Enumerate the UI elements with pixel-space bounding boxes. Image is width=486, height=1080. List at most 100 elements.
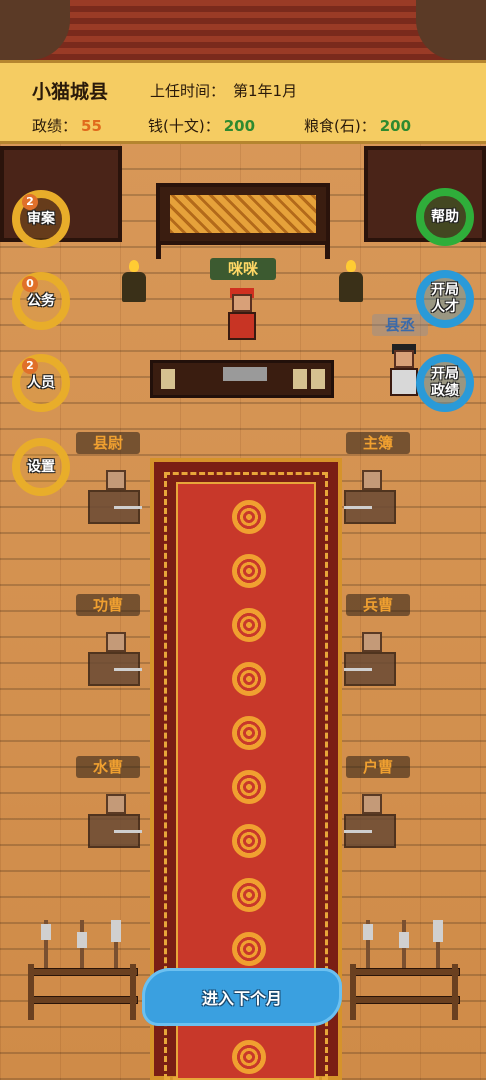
carpet-medallion bbox=[232, 770, 266, 804]
carpet-medallion bbox=[232, 608, 266, 642]
rack-leg bbox=[28, 964, 34, 1020]
county-name: 小猫城县 bbox=[32, 81, 109, 103]
rack-leg bbox=[130, 964, 136, 1020]
next-month-button[interactable]: 进入下个月 bbox=[142, 968, 342, 1026]
personnel-label: 人员 bbox=[27, 374, 55, 391]
magistrate-name: 咪咪 bbox=[210, 258, 276, 280]
weapon-icon bbox=[344, 506, 372, 509]
appointed-label: 上任时间： bbox=[150, 82, 226, 100]
carpet-medallion bbox=[232, 824, 266, 858]
carpet-medallion bbox=[232, 716, 266, 750]
head bbox=[106, 794, 126, 814]
spear-tip bbox=[363, 924, 373, 940]
official-left-2[interactable] bbox=[84, 628, 148, 690]
spear-tip bbox=[41, 924, 51, 940]
glaive-tip bbox=[111, 920, 121, 942]
carpet-medallion bbox=[232, 932, 266, 966]
glaive-tip bbox=[433, 920, 443, 942]
start-merit-button[interactable]: 开局 政绩 bbox=[416, 354, 474, 412]
official-right-3[interactable] bbox=[340, 790, 404, 852]
screen-pattern bbox=[170, 195, 316, 233]
deputy-name: 县丞 bbox=[372, 314, 428, 336]
official-label-right-2: 兵曹 bbox=[346, 594, 410, 616]
start-merit-label: 开局 政绩 bbox=[431, 366, 459, 399]
head bbox=[394, 350, 414, 368]
case-trial-label: 审案 bbox=[27, 210, 55, 227]
halberd-tip bbox=[399, 932, 409, 948]
rack-leg bbox=[350, 964, 356, 1020]
help-label: 帮助 bbox=[431, 208, 459, 225]
help-button[interactable]: 帮助 bbox=[416, 188, 474, 246]
magistrate-desk bbox=[150, 360, 334, 398]
grain-label: 粮食(石)： bbox=[304, 117, 376, 135]
head bbox=[106, 470, 126, 490]
screen-legs bbox=[156, 245, 330, 259]
start-talent-button[interactable]: 开局 人才 bbox=[416, 270, 474, 328]
money-stat: 钱(十文)： 200 bbox=[148, 115, 255, 136]
settings-label: 设置 bbox=[27, 458, 55, 475]
scroll-icon bbox=[293, 369, 307, 389]
official-duty-badge: 0 bbox=[22, 276, 38, 292]
official-right-2[interactable] bbox=[340, 628, 404, 690]
weapon-icon bbox=[114, 506, 142, 509]
merit-label: 政绩： bbox=[32, 117, 78, 135]
head bbox=[232, 294, 252, 312]
grain-value: 200 bbox=[379, 117, 412, 135]
official-label-left-3: 水曹 bbox=[76, 756, 140, 778]
carpet-medallion bbox=[232, 1040, 266, 1074]
flame-icon bbox=[346, 260, 356, 272]
official-label-left-2: 功曹 bbox=[76, 594, 140, 616]
robe bbox=[228, 312, 256, 340]
personnel-button[interactable]: 2 人员 bbox=[12, 354, 70, 412]
robe bbox=[390, 368, 418, 396]
flame-icon bbox=[129, 260, 139, 272]
magistrate-character[interactable] bbox=[222, 288, 262, 344]
merit-value: 55 bbox=[81, 117, 102, 135]
rack-leg bbox=[452, 964, 458, 1020]
rack-bar bbox=[350, 996, 460, 1004]
weapon-icon bbox=[344, 830, 372, 833]
weapon-icon bbox=[344, 668, 372, 671]
carpet-medallion bbox=[232, 554, 266, 588]
head bbox=[362, 632, 382, 652]
start-talent-label: 开局 人才 bbox=[431, 282, 459, 315]
official-left-1[interactable] bbox=[84, 466, 148, 528]
head bbox=[106, 632, 126, 652]
halberd-tip bbox=[77, 932, 87, 948]
official-duty-label: 公务 bbox=[27, 292, 55, 309]
lamp-body bbox=[339, 272, 363, 302]
personnel-badge: 2 bbox=[22, 358, 38, 374]
carpet-medallion bbox=[232, 662, 266, 696]
decorative-screen bbox=[156, 183, 330, 245]
lamp-body bbox=[122, 272, 146, 302]
weapon-rack-left bbox=[28, 920, 138, 1020]
head bbox=[362, 470, 382, 490]
carpet-medallion bbox=[232, 878, 266, 912]
official-duty-button[interactable]: 0 公务 bbox=[12, 272, 70, 330]
settings-button[interactable]: 设置 bbox=[12, 438, 70, 496]
carpet-medallion bbox=[232, 500, 266, 534]
official-label-right-1: 主簿 bbox=[346, 432, 410, 454]
weapon-icon bbox=[114, 668, 142, 671]
roof-beam bbox=[0, 0, 486, 60]
weapon-rack-right bbox=[350, 920, 460, 1020]
grain-stat: 粮食(石)： 200 bbox=[304, 115, 411, 136]
merit-stat: 政绩： 55 bbox=[32, 115, 102, 136]
money-label: 钱(十文)： bbox=[148, 117, 220, 135]
official-right-1[interactable] bbox=[340, 466, 404, 528]
scroll-icon bbox=[311, 369, 325, 389]
money-value: 200 bbox=[223, 117, 256, 135]
rack-bar bbox=[350, 968, 460, 976]
official-left-3[interactable] bbox=[84, 790, 148, 852]
scroll-icon bbox=[161, 369, 175, 389]
case-trial-badge: 2 bbox=[22, 194, 38, 210]
case-trial-button[interactable]: 2 审案 bbox=[12, 190, 70, 248]
head bbox=[362, 794, 382, 814]
lamp-left bbox=[120, 260, 148, 304]
desk-pad bbox=[223, 367, 267, 381]
rack-bar bbox=[28, 968, 138, 976]
status-panel: 小猫城县 上任时间： 第1年1月 政绩： 55 钱(十文)： 200 粮食(石)： 2… bbox=[0, 60, 486, 144]
lamp-right bbox=[337, 260, 365, 304]
official-label-right-3: 户曹 bbox=[346, 756, 410, 778]
appointed-value: 第1年1月 bbox=[233, 82, 298, 100]
